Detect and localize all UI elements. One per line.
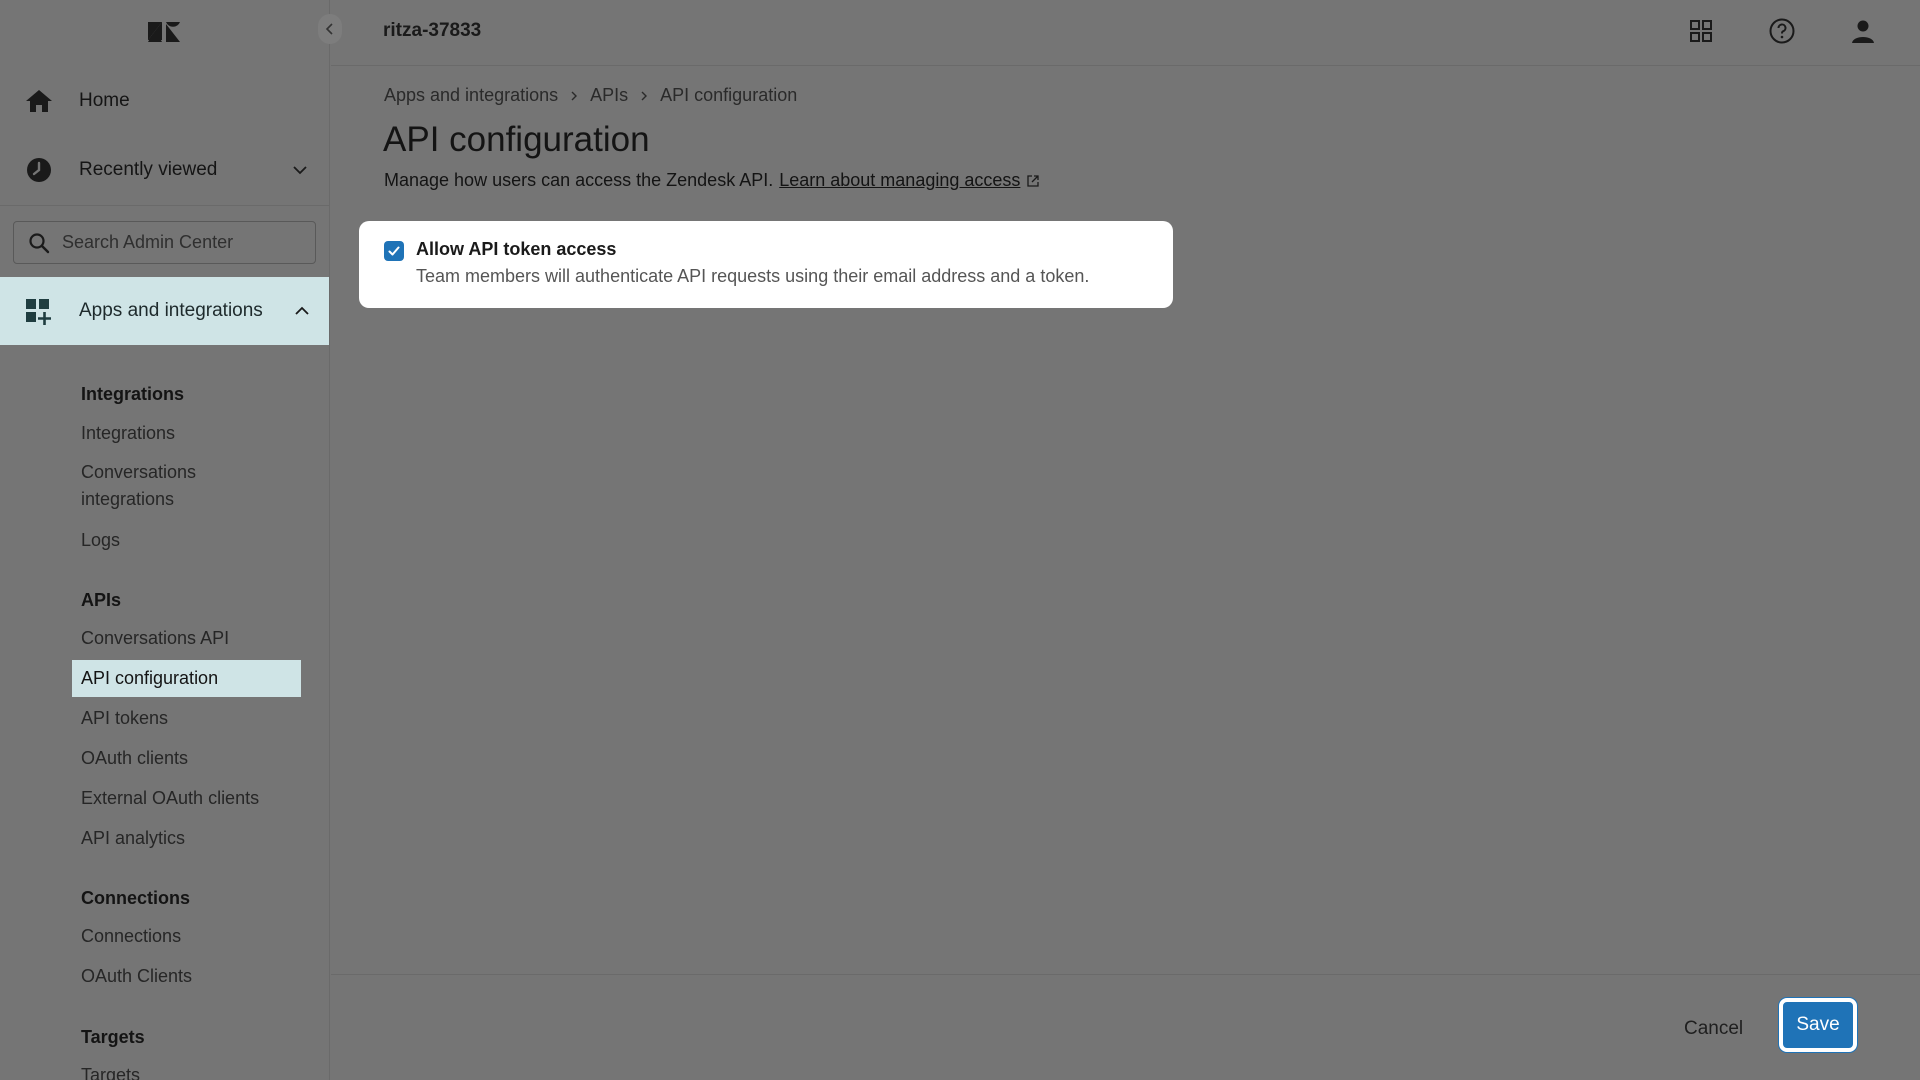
chevron-right-icon xyxy=(571,91,578,100)
sidebar-item-api-analytics[interactable]: API analytics xyxy=(81,825,185,852)
breadcrumb-item-apis[interactable]: APIs xyxy=(590,85,628,106)
group-heading-targets: Targets xyxy=(81,1027,145,1047)
chevron-down-icon xyxy=(293,166,307,175)
sidebar-item-home[interactable]: Home xyxy=(0,71,329,131)
allow-api-token-checkbox[interactable] xyxy=(384,241,404,261)
chevron-up-icon xyxy=(295,306,309,315)
external-link-icon xyxy=(1027,174,1040,187)
page-description: Manage how users can access the Zendesk … xyxy=(384,170,1040,191)
action-footer: Cancel Save xyxy=(331,974,1920,1080)
home-icon xyxy=(26,90,52,112)
learn-more-link[interactable]: Learn about managing access xyxy=(779,170,1020,191)
search-input[interactable] xyxy=(62,222,312,262)
sidebar-item-label: Recently viewed xyxy=(79,159,218,180)
products-grid-icon[interactable] xyxy=(1687,17,1715,45)
sidebar-item-oauth-clients-2[interactable]: OAuth Clients xyxy=(81,963,192,990)
sidebar-item-logs[interactable]: Logs xyxy=(81,527,120,554)
sidebar-item-conversations-integrations[interactable]: Conversations integrations xyxy=(81,459,196,513)
checkbox-hint: Team members will authenticate API reque… xyxy=(416,266,1090,286)
sidebar-item-external-oauth-clients[interactable]: External OAuth clients xyxy=(81,785,259,812)
sidebar-item-api-configuration[interactable]: API configuration xyxy=(72,660,301,697)
sidebar: Home Recently viewed Apps and integratio… xyxy=(0,0,330,1080)
page-title: API configuration xyxy=(383,120,650,159)
apps-add-icon xyxy=(26,299,51,325)
chevron-right-icon xyxy=(641,91,648,100)
sidebar-item-conversations-api[interactable]: Conversations API xyxy=(81,625,229,652)
group-heading-integrations: Integrations xyxy=(81,384,185,404)
help-icon[interactable] xyxy=(1768,17,1796,45)
cancel-button[interactable]: Cancel xyxy=(1674,1009,1753,1049)
breadcrumb-item-apps-integrations[interactable]: Apps and integrations xyxy=(384,85,558,106)
checkmark-icon xyxy=(388,246,400,256)
search-field[interactable] xyxy=(13,221,316,264)
sidebar-item-oauth-clients[interactable]: OAuth clients xyxy=(81,745,188,772)
sidebar-item-label: Home xyxy=(79,90,130,111)
sidebar-item-label-line: Conversations xyxy=(81,462,197,482)
chevron-left-icon xyxy=(325,23,333,35)
collapse-sidebar-button[interactable] xyxy=(318,14,342,44)
description-text: Manage how users can access the Zendesk … xyxy=(384,170,774,190)
search-icon xyxy=(29,233,50,254)
sidebar-item-targets[interactable]: Targets xyxy=(81,1062,140,1080)
sidebar-item-integrations[interactable]: Integrations xyxy=(81,420,175,447)
breadcrumb: Apps and integrations APIs API configura… xyxy=(384,85,797,106)
group-heading-connections: Connections xyxy=(81,888,191,908)
checkbox-label[interactable]: Allow API token access xyxy=(416,239,616,260)
sidebar-section-apps-integrations[interactable]: Apps and integrations xyxy=(0,277,329,345)
sidebar-item-api-tokens[interactable]: API tokens xyxy=(81,705,168,732)
zendesk-logo-icon[interactable] xyxy=(146,14,182,50)
clock-icon xyxy=(27,158,51,182)
sidebar-item-connections[interactable]: Connections xyxy=(81,923,181,950)
sidebar-item-recently-viewed[interactable]: Recently viewed xyxy=(0,140,329,200)
divider xyxy=(0,205,329,206)
workspace-name: ritza-37833 xyxy=(383,20,482,41)
breadcrumb-item-current: API configuration xyxy=(660,85,798,105)
sidebar-item-label-line: integrations xyxy=(81,489,175,509)
top-bar: ritza-37833 xyxy=(331,0,1920,66)
sidebar-section-label: Apps and integrations xyxy=(79,300,263,321)
group-heading-apis: APIs xyxy=(81,590,122,610)
api-token-setting-card: Allow API token access Team members will… xyxy=(359,221,1173,308)
save-button[interactable]: Save xyxy=(1779,998,1857,1052)
user-icon[interactable] xyxy=(1849,17,1877,45)
